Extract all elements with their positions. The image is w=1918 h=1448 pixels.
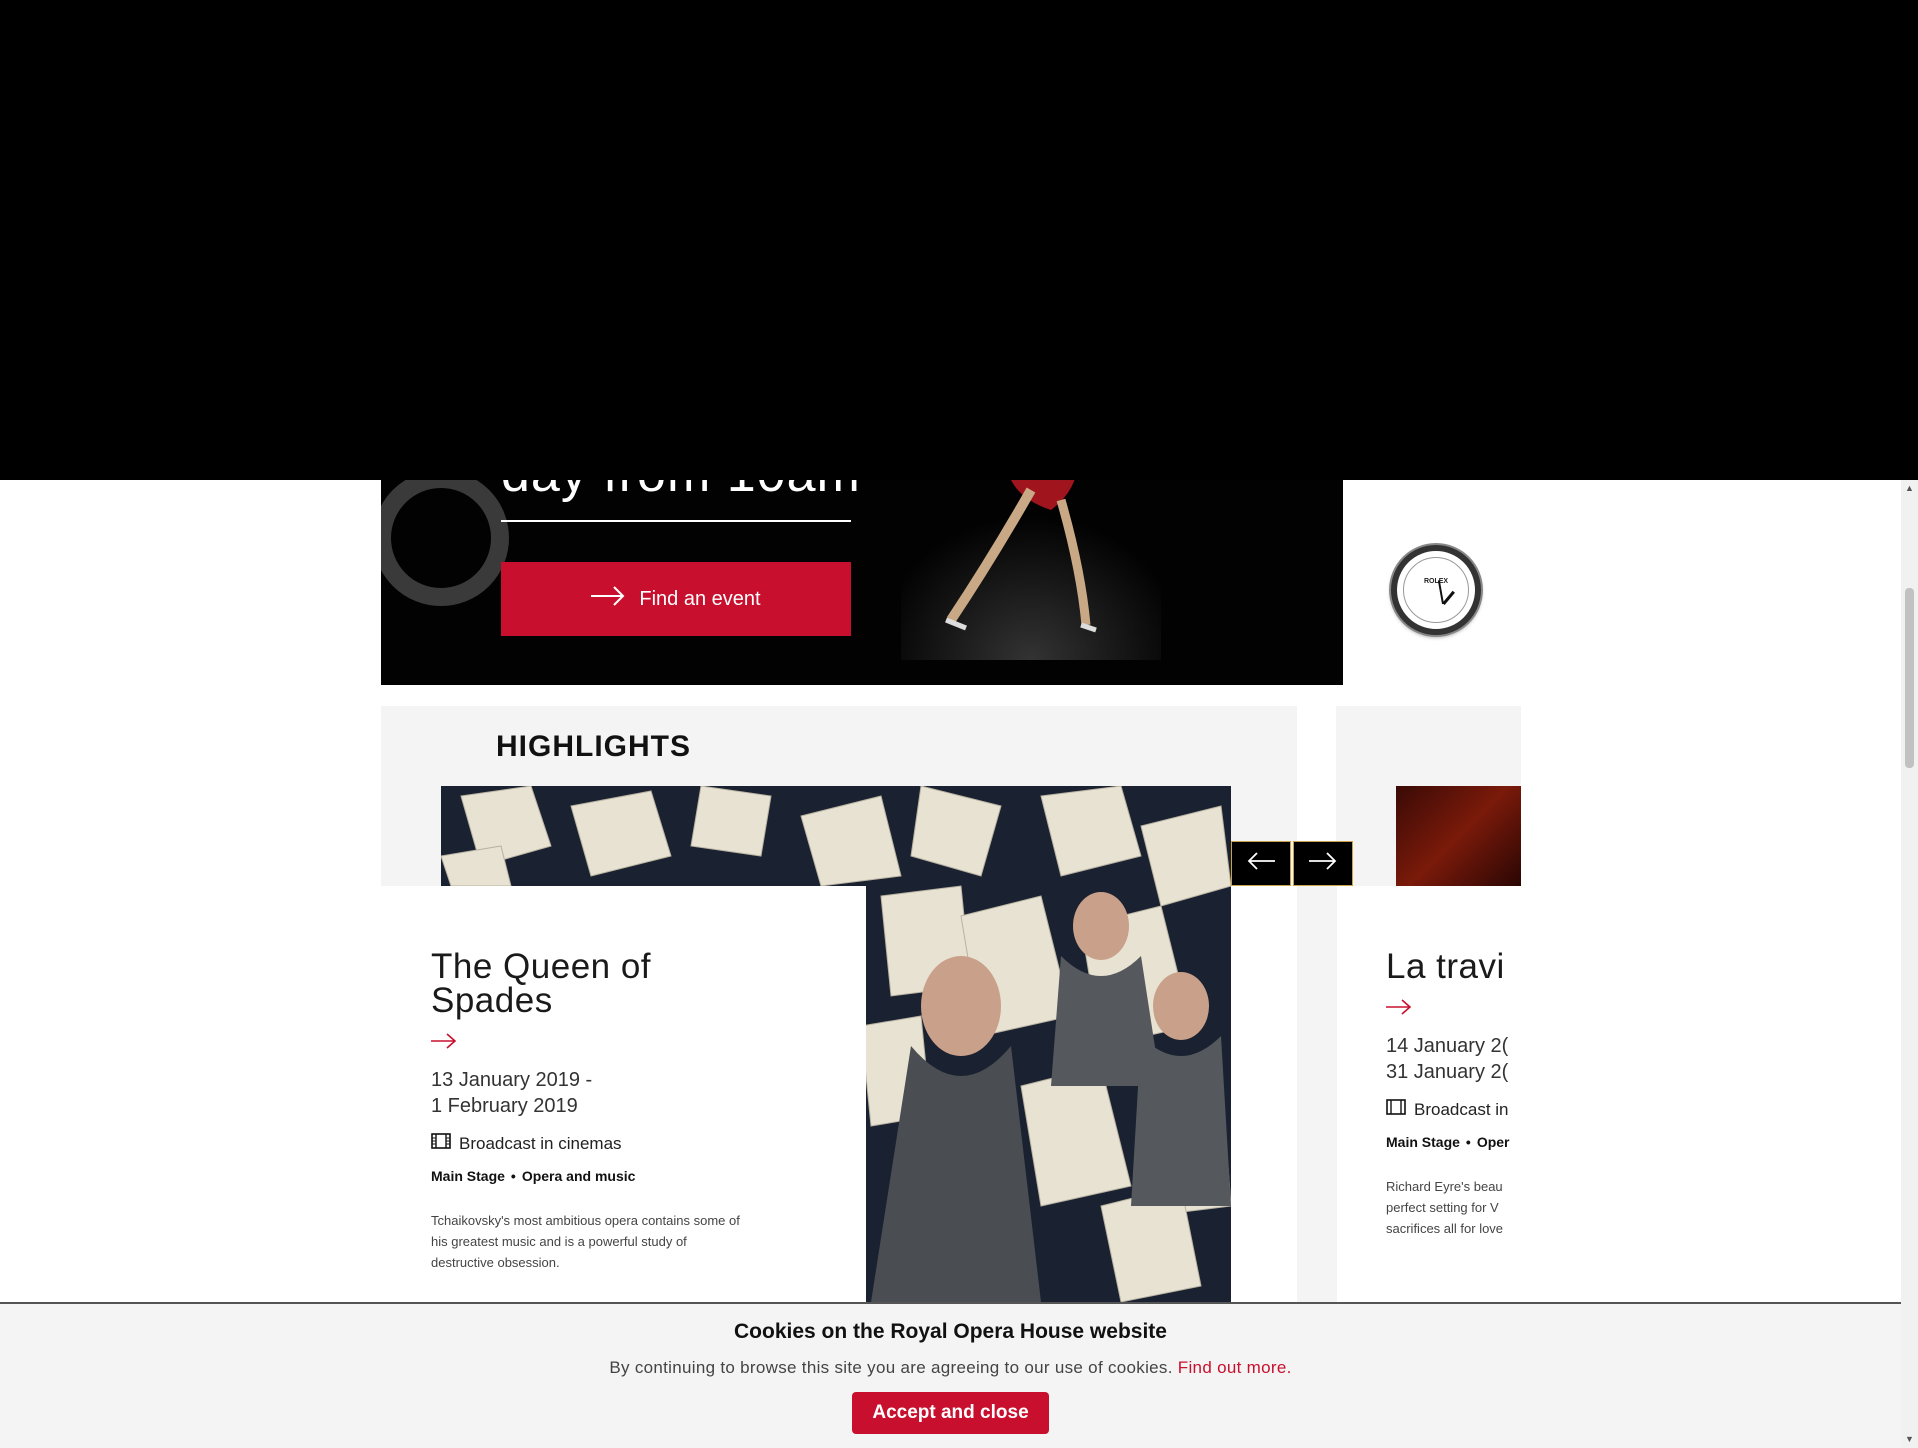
card-title[interactable]: La travi bbox=[1386, 947, 1521, 986]
highlights-title: HIGHLIGHTS bbox=[496, 730, 691, 763]
card-queen-of-spades-text: The Queen of Spades 13 January 2019 - 1 … bbox=[431, 947, 831, 1273]
cookie-text: By continuing to browse this site you ar… bbox=[0, 1358, 1901, 1378]
page-scrollbar[interactable]: ▲ ▼ bbox=[1901, 480, 1918, 1448]
find-out-more-link[interactable]: Find out more. bbox=[1178, 1358, 1292, 1377]
card-title-line2: Spades bbox=[431, 981, 553, 1020]
card-desc-line2: perfect setting for V bbox=[1386, 1200, 1499, 1215]
film-icon bbox=[1386, 1099, 1406, 1120]
card-date-end: 1 February 2019 bbox=[431, 1095, 578, 1117]
card-category: Oper bbox=[1476, 1134, 1510, 1150]
highlights-gutter bbox=[1297, 886, 1337, 1302]
cookie-banner: Cookies on the Royal Opera House website… bbox=[0, 1302, 1901, 1448]
card-la-traviata-clip: La travi 14 January 2( 31 January 2( Bro… bbox=[1337, 886, 1521, 1302]
card-title-line1: The Queen of bbox=[431, 947, 652, 986]
card-category: Opera and music bbox=[521, 1168, 636, 1184]
arrow-right-icon bbox=[1309, 852, 1337, 875]
card-description: Tchaikovsky's most ambitious opera conta… bbox=[431, 1210, 831, 1273]
card-desc-line3: sacrifices all for love bbox=[1386, 1221, 1504, 1236]
find-event-button[interactable]: Find an event bbox=[501, 562, 851, 636]
card-date-start: 13 January 2019 - bbox=[431, 1069, 593, 1091]
scroll-down-icon[interactable]: ▼ bbox=[1901, 1431, 1918, 1448]
card-description: Richard Eyre's beau perfect setting for … bbox=[1386, 1176, 1521, 1239]
cookie-title: Cookies on the Royal Opera House website bbox=[734, 1320, 1167, 1343]
la-traviata-image[interactable] bbox=[1396, 786, 1521, 886]
arrow-left-icon bbox=[1247, 852, 1275, 875]
card-la-traviata-text: La travi 14 January 2( 31 January 2( Bro… bbox=[1386, 947, 1521, 1239]
card-meta: Main Stage • Opera and music bbox=[431, 1168, 831, 1184]
card-title[interactable]: The Queen of Spades bbox=[431, 947, 831, 1020]
card-dates: 13 January 2019 - 1 February 2019 bbox=[431, 1067, 831, 1119]
clock-brand: ROLEX bbox=[1423, 578, 1449, 585]
card-desc-line2: his greatest music and is a powerful stu… bbox=[431, 1234, 687, 1249]
card-desc-line1: Richard Eyre's beau bbox=[1386, 1179, 1503, 1194]
scroll-up-icon[interactable]: ▲ bbox=[1901, 480, 1918, 497]
arrow-right-icon[interactable] bbox=[1386, 998, 1521, 1021]
hero-divider bbox=[501, 520, 851, 522]
decorative-ring bbox=[381, 470, 509, 606]
accept-cookies-button[interactable]: Accept and close bbox=[852, 1392, 1049, 1434]
arrow-right-icon bbox=[591, 586, 625, 612]
card-desc-line3: destructive obsession. bbox=[431, 1255, 560, 1270]
rolex-clock-logo[interactable]: ROLEX bbox=[1391, 545, 1481, 635]
carousel-prev-button[interactable] bbox=[1231, 841, 1291, 886]
card-venue: Main Stage bbox=[1386, 1134, 1460, 1150]
bullet-separator: • bbox=[1465, 1134, 1471, 1150]
broadcast-label: Broadcast in cinemas bbox=[459, 1133, 622, 1153]
bullet-separator: • bbox=[510, 1168, 516, 1184]
film-icon bbox=[431, 1133, 451, 1154]
scrollbar-thumb[interactable] bbox=[1905, 588, 1914, 768]
broadcast-label: Broadcast in bbox=[1414, 1099, 1509, 1119]
page: day from 10am Find an event ROLEX bbox=[0, 0, 1918, 1448]
card-dates: 14 January 2( 31 January 2( bbox=[1386, 1033, 1521, 1085]
clock-face: ROLEX bbox=[1403, 557, 1469, 623]
card-date-end: 31 January 2( bbox=[1386, 1061, 1509, 1083]
find-event-label: Find an event bbox=[639, 587, 761, 610]
card-date-start: 14 January 2( bbox=[1386, 1035, 1509, 1057]
cookie-message: By continuing to browse this site you ar… bbox=[609, 1358, 1173, 1377]
card-title-line1: La travi bbox=[1386, 947, 1505, 986]
carousel-next-button[interactable] bbox=[1293, 841, 1353, 886]
clock-hour-hand bbox=[1442, 590, 1455, 605]
card-desc-line1: Tchaikovsky's most ambitious opera conta… bbox=[431, 1213, 740, 1228]
black-overlay bbox=[0, 0, 1918, 480]
arrow-right-icon[interactable] bbox=[431, 1032, 831, 1055]
card-broadcast: Broadcast in bbox=[1386, 1099, 1521, 1120]
card-broadcast: Broadcast in cinemas bbox=[431, 1133, 831, 1154]
card-venue: Main Stage bbox=[431, 1168, 505, 1184]
card-meta: Main Stage • Oper bbox=[1386, 1134, 1521, 1150]
